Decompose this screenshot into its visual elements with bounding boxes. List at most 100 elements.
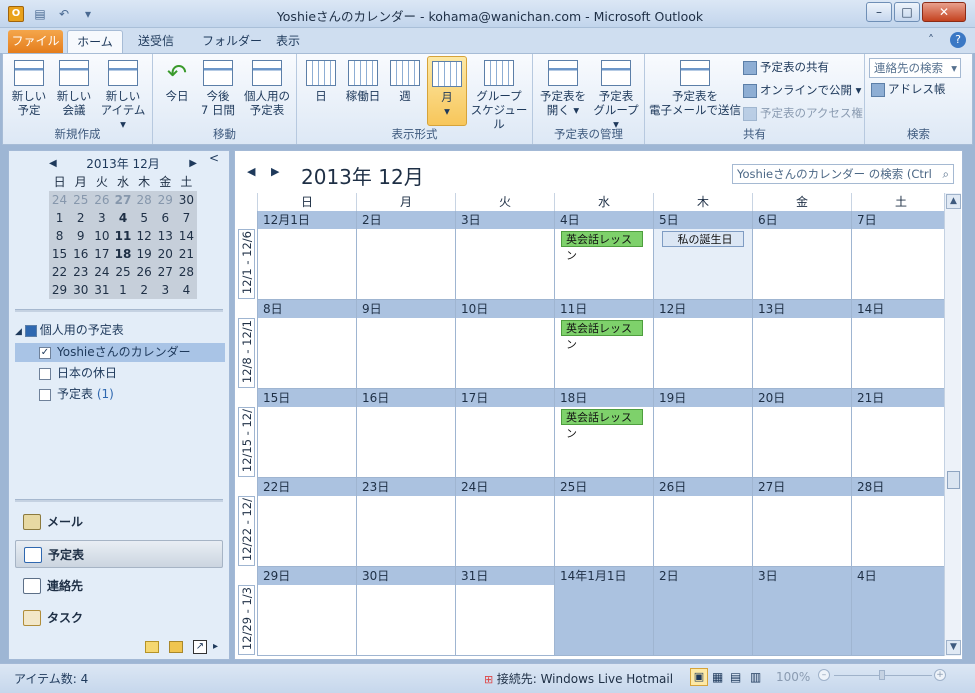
day-cell[interactable]: 18日 英会話レッスン (554, 389, 653, 478)
day-cell[interactable]: 2日 (653, 567, 752, 656)
nav-calendar-button[interactable]: 予定表 (15, 540, 223, 568)
collapse-pane-icon[interactable]: < (209, 151, 219, 165)
nav-tasks-button[interactable]: タスク (15, 604, 223, 632)
day-cell[interactable]: 8日 (257, 300, 356, 389)
email-calendar-button[interactable]: 予定表を 電子メールで送信 (649, 60, 741, 117)
day-cell[interactable]: 6日 (752, 211, 851, 300)
zoom-out-icon[interactable]: – (818, 669, 830, 681)
new-items-button[interactable]: 新しい アイテム ▾ (97, 60, 149, 131)
mini-day[interactable]: 22 (49, 263, 70, 281)
close-button[interactable]: ✕ (922, 2, 966, 22)
mini-day[interactable]: 24 (49, 191, 70, 209)
day-body[interactable] (258, 318, 356, 388)
prev-month-icon[interactable]: ◀ (49, 155, 57, 173)
mini-day[interactable]: 28 (176, 263, 197, 281)
event-english-lesson[interactable]: 英会話レッスン (561, 231, 643, 262)
checkbox-holidays[interactable] (39, 367, 51, 380)
calendar-item-calendar[interactable]: 予定表 (1) (15, 385, 225, 404)
day-cell[interactable]: 19日 (653, 389, 752, 478)
week-label[interactable]: 12/29 - 1/3 (238, 585, 255, 655)
week-view-button[interactable]: 週 (387, 60, 423, 103)
work-week-button[interactable]: 稼働日 (341, 60, 385, 103)
publish-online-button[interactable]: オンラインで公開 ▾ (743, 83, 861, 98)
mini-day[interactable]: 14 (176, 227, 197, 245)
day-body[interactable]: 英会話レッスン (555, 407, 653, 477)
mini-day[interactable]: 7 (176, 209, 197, 227)
zoom-in-icon[interactable]: + (934, 669, 946, 681)
calendar-search-input[interactable]: Yoshieさんのカレンダー の検索 (Ctrl+E) ⌕ (732, 164, 954, 184)
open-calendar-button[interactable]: 予定表を 開く ▾ (537, 60, 589, 117)
schedule-view-button[interactable]: グループ スケジュール (469, 60, 529, 131)
mini-day[interactable]: 20 (155, 245, 176, 263)
day-cell[interactable]: 31日 (455, 567, 554, 656)
mini-day[interactable]: 24 (91, 263, 112, 281)
day-body[interactable] (258, 585, 356, 655)
mini-day[interactable]: 3 (155, 281, 176, 299)
mini-day[interactable]: 25 (112, 263, 133, 281)
week-label[interactable]: 12/1 - 12/6 (238, 229, 255, 299)
day-cell[interactable]: 27日 (752, 478, 851, 567)
search-contacts-input[interactable]: 連絡先の検索 ▾ (869, 58, 961, 78)
mini-day[interactable]: 19 (134, 245, 155, 263)
day-body[interactable] (654, 585, 752, 655)
day-body[interactable] (753, 585, 851, 655)
day-body[interactable] (753, 229, 851, 299)
help-icon[interactable]: ? (950, 32, 966, 48)
day-body[interactable] (555, 585, 653, 655)
calendar-groups-button[interactable]: 予定表 グループ ▾ (589, 60, 643, 131)
day-body[interactable]: 私の誕生日 (654, 229, 752, 299)
day-body[interactable] (258, 229, 356, 299)
week-label[interactable]: 12/15 - 12/ (238, 407, 255, 477)
day-body[interactable] (654, 407, 752, 477)
mini-day[interactable]: 16 (70, 245, 91, 263)
customize-qat-icon[interactable]: ▾ (80, 6, 96, 22)
day-body[interactable] (456, 229, 554, 299)
day-body[interactable] (357, 229, 455, 299)
new-meeting-button[interactable]: 新しい 会議 (53, 60, 95, 117)
day-cell[interactable]: 22日 (257, 478, 356, 567)
mini-day[interactable]: 29 (49, 281, 70, 299)
day-body[interactable] (357, 407, 455, 477)
day-body[interactable] (753, 318, 851, 388)
normal-view-icon[interactable]: ▣ (690, 668, 708, 686)
mini-day[interactable]: 15 (49, 245, 70, 263)
day-cell[interactable]: 4日 英会話レッスン (554, 211, 653, 300)
mini-day[interactable]: 11 (112, 227, 133, 245)
mini-day[interactable]: 13 (155, 227, 176, 245)
day-body[interactable] (456, 318, 554, 388)
mini-day[interactable]: 27 (155, 263, 176, 281)
mini-day[interactable]: 2 (134, 281, 155, 299)
tab-view[interactable]: 表示 (266, 30, 310, 53)
mini-day[interactable]: 30 (176, 191, 197, 209)
day-body[interactable] (456, 585, 554, 655)
address-book-button[interactable]: アドレス帳 (871, 82, 946, 97)
day-cell[interactable]: 20日 (752, 389, 851, 478)
day-cell[interactable]: 3日 (455, 211, 554, 300)
mini-day[interactable]: 30 (70, 281, 91, 299)
mini-day[interactable]: 1 (112, 281, 133, 299)
day-body[interactable] (753, 407, 851, 477)
mini-day[interactable]: 5 (134, 209, 155, 227)
day-body[interactable] (357, 318, 455, 388)
minimize-ribbon-icon[interactable]: ˄ (928, 33, 934, 47)
my-calendar-button[interactable]: 個人用の 予定表 (241, 60, 293, 117)
week-label[interactable]: 12/22 - 12/ (238, 496, 255, 566)
event-english-lesson[interactable]: 英会話レッスン (561, 320, 643, 351)
day-cell[interactable]: 23日 (356, 478, 455, 567)
day-cell[interactable]: 14年1月1日 (554, 567, 653, 656)
back-icon[interactable]: ◀ (247, 165, 255, 178)
compact-view-icon[interactable]: ▤ (730, 670, 741, 684)
shortcuts-icon[interactable]: ↗ (193, 640, 207, 654)
day-body[interactable] (258, 496, 356, 566)
mini-day[interactable]: 27 (112, 191, 133, 209)
day-cell[interactable]: 16日 (356, 389, 455, 478)
day-body[interactable] (456, 496, 554, 566)
nav-contacts-button[interactable]: 連絡先 (15, 572, 223, 600)
next-7-days-button[interactable]: 今後 7 日間 (197, 60, 239, 117)
day-body[interactable]: 英会話レッスン (555, 318, 653, 388)
mini-day[interactable]: 25 (70, 191, 91, 209)
mini-day[interactable]: 3 (91, 209, 112, 227)
day-cell[interactable]: 4日 (851, 567, 950, 656)
checkbox-calendar[interactable] (39, 388, 51, 401)
mini-day[interactable]: 21 (176, 245, 197, 263)
